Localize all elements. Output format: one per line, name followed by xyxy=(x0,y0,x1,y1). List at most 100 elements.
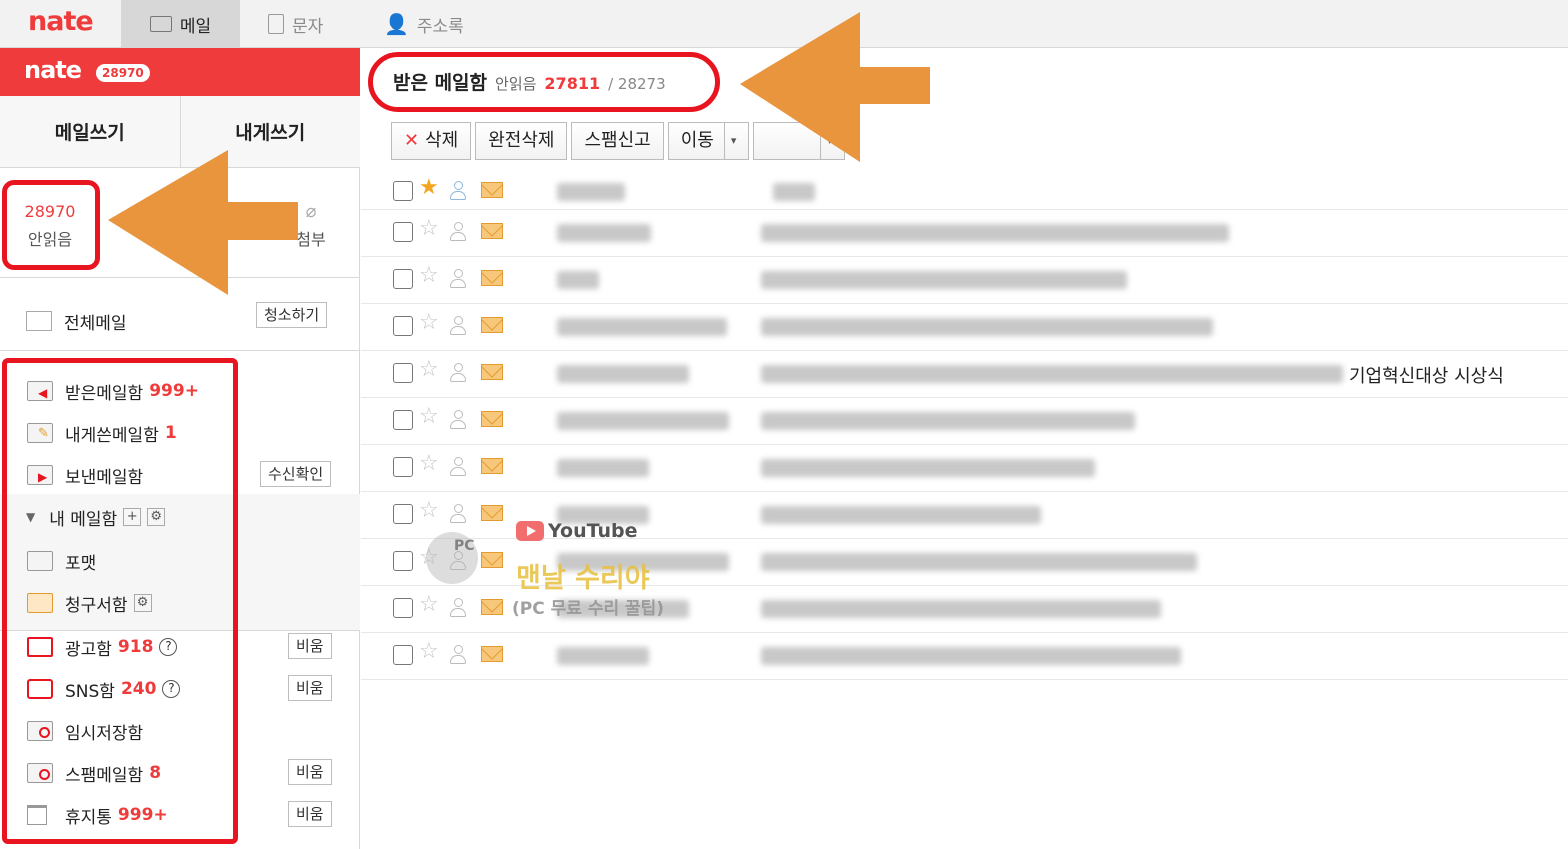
sender-blurred xyxy=(557,647,649,665)
ads-empty-button[interactable]: 비움 xyxy=(288,633,332,659)
star-icon[interactable]: ☆ xyxy=(419,310,439,335)
mail-icon xyxy=(149,16,172,32)
star-icon[interactable]: ☆ xyxy=(419,451,439,476)
subject-blurred xyxy=(761,224,1229,242)
subject-blurred xyxy=(761,459,1095,477)
row-checkbox[interactable] xyxy=(393,551,413,571)
table-row[interactable]: ☆ xyxy=(361,398,1568,445)
person-icon xyxy=(449,181,467,201)
table-row[interactable]: ☆ xyxy=(361,445,1568,492)
sender-blurred xyxy=(557,412,729,430)
move-button[interactable]: 이동 ▾ xyxy=(667,122,750,160)
row-checkbox[interactable] xyxy=(393,269,413,289)
subject-visible-text: 기업혁신대상 시상식 xyxy=(1349,366,1504,387)
row-checkbox[interactable] xyxy=(393,457,413,477)
star-icon[interactable]: ★ xyxy=(419,175,439,200)
sender-blurred xyxy=(557,224,651,242)
row-checkbox[interactable] xyxy=(393,222,413,242)
star-icon[interactable]: ☆ xyxy=(419,216,439,241)
envelope-icon xyxy=(481,646,503,662)
clean-button[interactable]: 청소하기 xyxy=(256,302,328,328)
subject-blurred xyxy=(761,365,1343,383)
move-label: 이동 xyxy=(680,130,714,151)
person-icon xyxy=(449,457,467,477)
subject-blurred xyxy=(761,506,1041,524)
star-icon[interactable]: ☆ xyxy=(419,263,439,288)
channel-tagline: (PC 무료 수리 꿀팁) xyxy=(512,599,665,619)
sender-blurred xyxy=(557,459,649,477)
unread-count-badge: 28970 xyxy=(96,64,150,82)
channel-name: 맨날 수리야 xyxy=(516,563,650,594)
table-row[interactable]: ☆ xyxy=(361,633,1568,680)
subject-blurred xyxy=(761,271,1127,289)
nate-logo[interactable]: nate xyxy=(28,6,94,37)
spam-empty-button[interactable]: 비움 xyxy=(288,759,332,785)
star-icon[interactable]: ☆ xyxy=(419,357,439,382)
delete-label: 삭제 xyxy=(425,130,459,151)
table-row[interactable]: ☆ xyxy=(361,210,1568,257)
person-icon xyxy=(449,222,467,242)
star-icon[interactable]: ☆ xyxy=(419,639,439,664)
annotation-frame-unread xyxy=(2,180,100,270)
watermark-pc: PC xyxy=(454,538,475,554)
table-row[interactable]: ★ xyxy=(361,172,1568,210)
envelope-icon xyxy=(481,505,503,521)
tab-contacts[interactable]: 👤 주소록 xyxy=(384,0,484,48)
person-icon xyxy=(449,363,467,383)
youtube-label: YouTube xyxy=(548,520,638,542)
channel-watermark: PC YouTube 맨날 수리야 (PC 무료 수리 꿀팁) xyxy=(420,520,710,630)
row-checkbox[interactable] xyxy=(393,645,413,665)
table-row[interactable]: ☆ xyxy=(361,304,1568,351)
read-receipt-button[interactable]: 수신확인 xyxy=(260,461,332,487)
mascot-icon: PC xyxy=(420,532,484,622)
tab-mail[interactable]: 메일 xyxy=(121,0,240,48)
sns-empty-button[interactable]: 비움 xyxy=(288,675,332,701)
spam-report-button[interactable]: 스팸신고 xyxy=(571,122,664,160)
envelope-icon xyxy=(481,317,503,333)
row-checkbox[interactable] xyxy=(393,363,413,383)
person-icon xyxy=(449,316,467,336)
subject-blurred xyxy=(761,647,1181,665)
mail-list-pane: 받은 메일함 안읽음 27811 / 28273 ✕ 삭제 완전삭제 스팸신고 … xyxy=(361,48,1568,849)
row-checkbox[interactable] xyxy=(393,181,413,201)
permanent-delete-button[interactable]: 완전삭제 xyxy=(475,122,568,160)
row-checkbox[interactable] xyxy=(393,598,413,618)
delete-x-icon: ✕ xyxy=(404,130,420,151)
table-row[interactable]: ☆ 기업혁신대상 시상식 xyxy=(361,351,1568,398)
table-row[interactable]: ☆ xyxy=(361,257,1568,304)
sidebar-logo[interactable]: nate xyxy=(24,56,82,84)
arrow-left-icon xyxy=(108,150,298,295)
youtube-play-icon xyxy=(516,521,544,541)
row-checkbox[interactable] xyxy=(393,410,413,430)
contact-icon: 👤 xyxy=(384,12,409,36)
subject-blurred xyxy=(761,553,1197,571)
subject-blurred xyxy=(761,318,1213,336)
all-mail-label: 전체메일 xyxy=(64,313,127,334)
envelope-icon xyxy=(26,311,52,331)
youtube-badge: YouTube xyxy=(516,520,637,542)
sender-blurred xyxy=(557,183,625,201)
sender-blurred xyxy=(557,271,599,289)
row-checkbox[interactable] xyxy=(393,316,413,336)
envelope-icon xyxy=(481,364,503,380)
sender-blurred xyxy=(557,318,727,336)
annotation-frame-header xyxy=(368,52,720,112)
person-icon xyxy=(449,645,467,665)
trash-empty-button[interactable]: 비움 xyxy=(288,801,332,827)
delete-button[interactable]: ✕ 삭제 xyxy=(391,122,472,160)
sidebar-header: nate 28970 xyxy=(0,48,360,96)
envelope-icon xyxy=(481,458,503,474)
tab-mail-label: 메일 xyxy=(179,16,212,37)
subject-blurred xyxy=(761,412,1135,430)
row-checkbox[interactable] xyxy=(393,504,413,524)
star-icon[interactable]: ☆ xyxy=(419,404,439,429)
arrow-left-icon xyxy=(740,12,930,162)
envelope-icon xyxy=(481,223,503,239)
sender-blurred xyxy=(557,365,689,383)
tab-sms-label: 문자 xyxy=(292,16,324,37)
envelope-icon xyxy=(481,270,503,286)
tab-sms[interactable]: 문자 xyxy=(268,0,358,48)
person-icon xyxy=(449,410,467,430)
subject-blurred xyxy=(761,600,1161,618)
chevron-down-icon[interactable]: ▾ xyxy=(723,123,736,159)
